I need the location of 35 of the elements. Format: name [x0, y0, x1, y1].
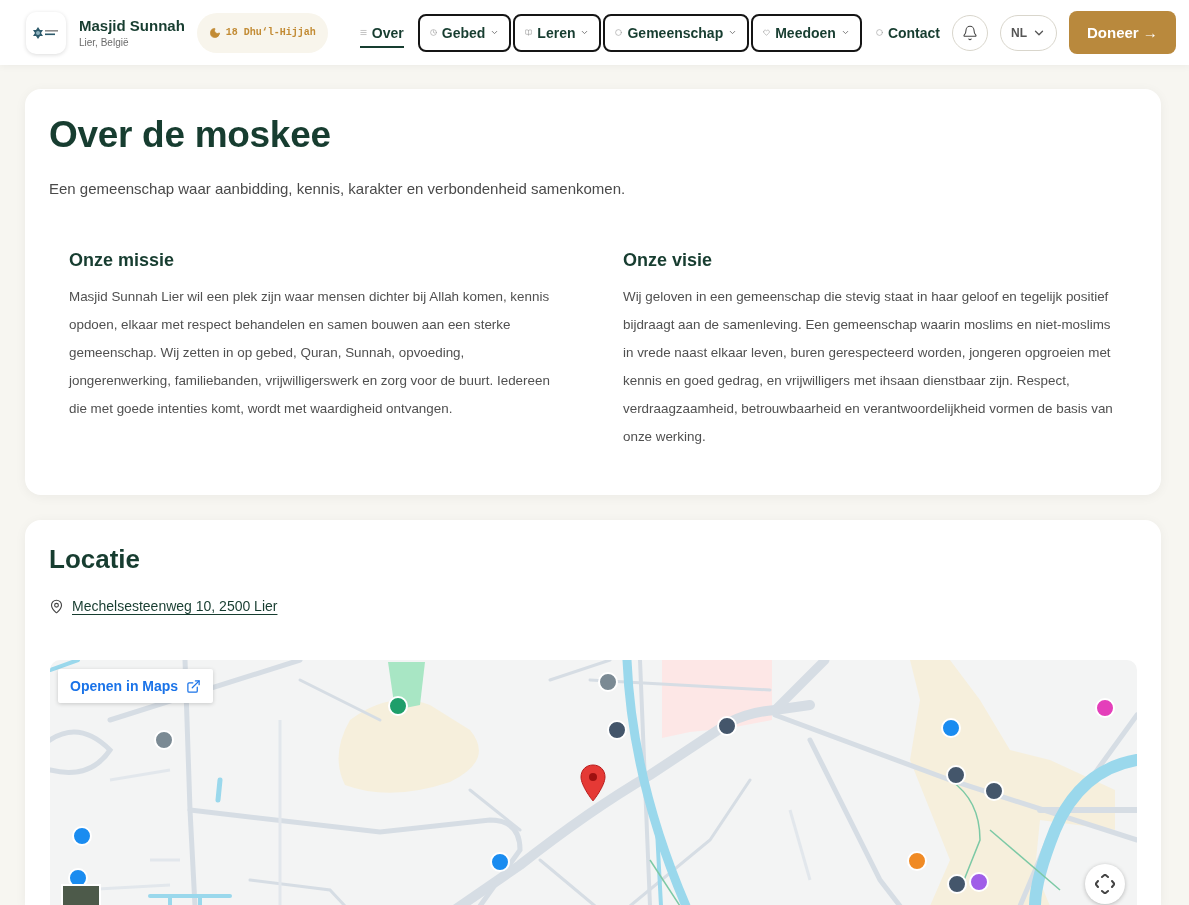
hijri-date: 18 Dhu‘l-Hijjah [225, 27, 316, 38]
book-icon [525, 29, 533, 36]
address-link[interactable]: Mechelsesteenweg 10, 2500 Lier [72, 595, 278, 617]
intro-text: Een gemeenschap waar aanbidding, kennis, karakter en verbondenheid samenkomen. [49, 179, 627, 199]
section-heading: Onze missie [69, 249, 176, 272]
nav-dropdown-button[interactable]: Leren [513, 13, 602, 52]
site-location: Lier, België [79, 37, 130, 48]
chevron-down-icon [840, 28, 850, 37]
nav-dropdown-button[interactable]: Gebed [417, 13, 512, 52]
heart-icon [763, 29, 771, 36]
notifications-button[interactable] [952, 14, 988, 51]
chevron-down-icon [580, 28, 590, 37]
dot-icon [875, 29, 883, 36]
location-icon [49, 598, 64, 614]
expand-arrows-icon [1095, 874, 1115, 894]
section-title: Locatie [49, 544, 142, 574]
moon-icon [208, 26, 221, 39]
section-text: Wij geloven in een gemeenschap die stevig staat in haar geloof en tegelijk positief bijdraagt aan de samenleving. Een gemeenschap waarin moslims en niet-moslims in vrede naast elkaar leven, buren gerespecteerd worden, jongeren opgroeien met kennis en goed gedrag, en vrijwilligers met ihsaan dienstbaar zijn. Respect, verdraagzaamheid, betrouwbaarheid en verantwoordelijkheid vormen de basis van onze werking. [623, 288, 1114, 446]
map-pin-icon [580, 764, 606, 802]
chevron-down-icon [490, 28, 500, 37]
lines-icon [359, 29, 367, 36]
page-title: Over de moskee [49, 113, 332, 157]
open-in-maps-button[interactable]: Openen in Maps [58, 669, 214, 703]
nav-dropdown-button[interactable]: Gemeenschap [603, 13, 750, 52]
section-heading: Onze visie [623, 249, 714, 272]
logo-icon[interactable] [26, 11, 66, 54]
site-name: Masjid Sunnah [79, 17, 185, 34]
clock-icon [429, 29, 437, 36]
dot-icon [615, 29, 623, 36]
nav-dropdown-button[interactable]: Meedoen [751, 13, 862, 52]
section-text: Masjid Sunnah Lier wil een plek zijn waar mensen dichter bij Allah komen, kennis opdoen, elkaar met respect behandelen en samen bouwen aan een sterke gemeenschap. Wij zetten in op gebed, Quran, Sunnah, opvoeding, jongerenwerking, familiebanden, vrijwilligerswerk en zorg voor de buurt. Iedereen die met goede intenties komt, wordt met waardigheid ontvangen. [69, 288, 551, 418]
language-select[interactable]: NL [1000, 14, 1057, 51]
external-link-icon [186, 678, 202, 694]
chevron-down-icon [728, 28, 738, 37]
bell-icon [962, 24, 978, 41]
